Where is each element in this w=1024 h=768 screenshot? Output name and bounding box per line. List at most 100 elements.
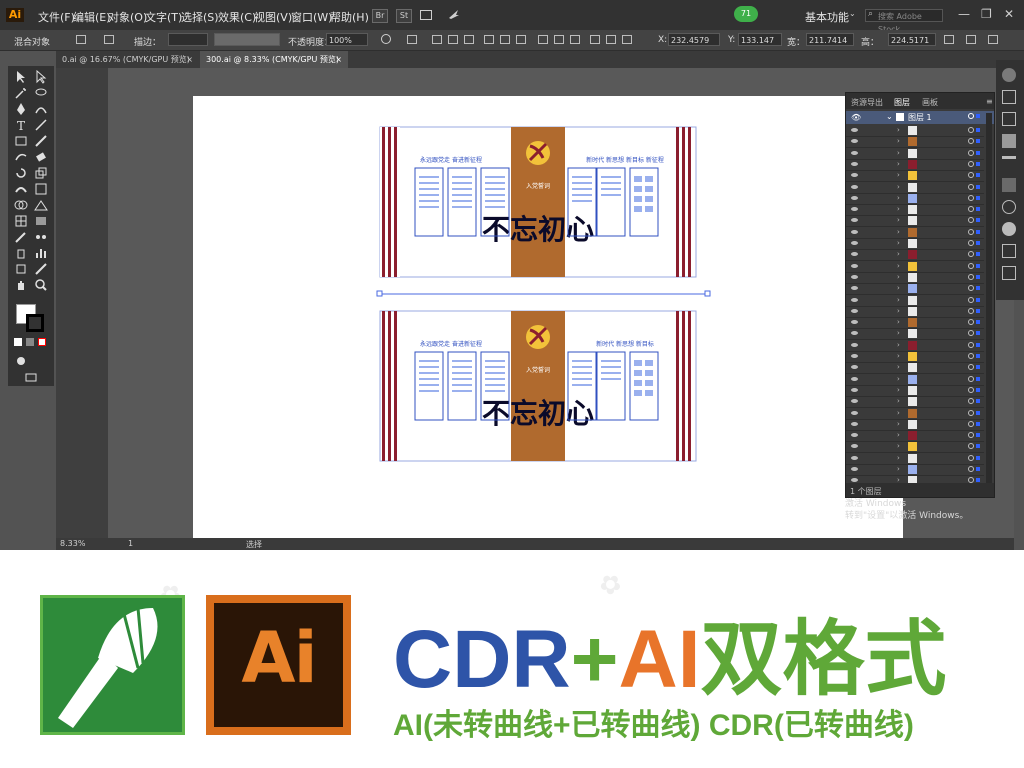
sublayer-row[interactable]: › <box>846 204 984 217</box>
paintbrush-tool-icon[interactable] <box>34 134 48 148</box>
visibility-eye-icon[interactable] <box>851 161 858 166</box>
target-circle-icon[interactable] <box>968 206 974 213</box>
sublayer-row[interactable]: › <box>846 464 984 476</box>
target-circle-icon[interactable] <box>968 319 974 326</box>
chevron-right-icon[interactable]: › <box>897 239 900 247</box>
stroke-panel-icon[interactable] <box>1002 156 1016 170</box>
target-circle-icon[interactable] <box>968 386 974 393</box>
selection-square-icon[interactable] <box>976 195 980 200</box>
align-bottom-icon[interactable] <box>516 35 526 44</box>
selection-square-icon[interactable] <box>976 399 980 404</box>
chevron-right-icon[interactable]: › <box>897 183 900 191</box>
sublayer-row[interactable]: › <box>846 362 984 375</box>
chevron-right-icon[interactable]: › <box>897 284 900 292</box>
selection-square-icon[interactable] <box>976 444 980 449</box>
chevron-right-icon[interactable]: › <box>897 318 900 326</box>
draw-mode-icon[interactable] <box>14 354 28 368</box>
chevron-right-icon[interactable]: › <box>897 363 900 371</box>
target-circle-icon[interactable] <box>968 353 974 359</box>
sublayer-row[interactable]: › <box>846 374 984 386</box>
selection-square-icon[interactable] <box>976 433 980 438</box>
tab-layers[interactable]: 图层 <box>894 97 910 108</box>
sublayer-row[interactable]: › <box>846 430 984 443</box>
type-tool-icon[interactable]: T <box>14 118 28 132</box>
chevron-right-icon[interactable]: › <box>897 341 900 349</box>
target-circle-icon[interactable] <box>968 375 974 382</box>
sublayer-row[interactable]: › <box>846 328 984 341</box>
visibility-eye-icon[interactable] <box>851 331 858 336</box>
visibility-eye-icon[interactable] <box>851 128 858 132</box>
sublayer-row[interactable]: › <box>846 351 984 363</box>
target-circle-icon[interactable] <box>968 273 974 280</box>
chevron-right-icon[interactable]: › <box>897 397 900 405</box>
target-circle-icon[interactable] <box>968 228 974 235</box>
selection-square-icon[interactable] <box>976 274 980 279</box>
line-tool-icon[interactable] <box>34 118 48 132</box>
chevron-right-icon[interactable]: › <box>897 216 900 224</box>
transparency-panel-icon[interactable] <box>1002 200 1016 214</box>
visibility-eye-icon[interactable]: 👁 <box>851 113 861 122</box>
visibility-eye-icon[interactable] <box>851 433 858 438</box>
tab-document-300[interactable]: 300.ai @ 8.33% (CMYK/GPU 预览) × <box>200 51 348 68</box>
isolate-object-icon[interactable] <box>966 35 976 44</box>
chevron-down-icon[interactable]: ⌄ <box>886 112 893 121</box>
rotate-tool-icon[interactable] <box>14 166 28 180</box>
curvature-tool-icon[interactable] <box>34 102 48 116</box>
close-icon[interactable]: ✕ <box>1004 7 1014 21</box>
target-circle-icon[interactable] <box>968 307 974 314</box>
menu-object[interactable]: 对象(O) <box>108 9 147 25</box>
visibility-eye-icon[interactable] <box>851 320 858 325</box>
selection-square-icon[interactable] <box>976 263 980 268</box>
visibility-eye-icon[interactable] <box>851 263 858 268</box>
lasso-tool-icon[interactable] <box>34 86 48 100</box>
selection-square-icon[interactable] <box>976 387 980 392</box>
selection-square-icon[interactable] <box>976 421 980 426</box>
target-circle-icon[interactable] <box>968 420 974 427</box>
selection-square-icon[interactable] <box>976 161 980 166</box>
target-circle-icon[interactable] <box>968 251 974 258</box>
eyedropper-tool-icon[interactable] <box>14 230 28 244</box>
sublayer-row[interactable]: › <box>846 317 984 330</box>
layer-row-layer-1[interactable]: 👁 ⌄ 图层 1 <box>846 111 994 124</box>
visibility-eye-icon[interactable] <box>851 354 858 358</box>
visibility-eye-icon[interactable] <box>851 376 858 381</box>
layer-name[interactable]: 图层 1 <box>908 112 932 123</box>
tab-close-icon[interactable]: × <box>186 51 193 68</box>
target-circle-icon[interactable] <box>968 113 974 119</box>
sublayer-row[interactable]: › <box>846 396 984 409</box>
selection-square-icon[interactable] <box>976 218 980 223</box>
maximize-icon[interactable]: ❐ <box>981 7 992 21</box>
swatches-panel-icon[interactable] <box>1002 90 1016 104</box>
rectangle-tool-icon[interactable] <box>14 134 28 148</box>
visibility-eye-icon[interactable] <box>851 195 858 200</box>
visibility-eye-icon[interactable] <box>851 410 858 415</box>
target-circle-icon[interactable] <box>968 409 974 416</box>
column-graph-tool-icon[interactable] <box>34 246 48 260</box>
screen-mode-icon[interactable] <box>24 370 38 384</box>
align-top-icon[interactable] <box>484 35 494 44</box>
color-mode-swatches[interactable] <box>14 338 54 348</box>
sublayer-row[interactable]: › <box>846 182 984 194</box>
variable-width-profile[interactable] <box>214 33 280 46</box>
chevron-right-icon[interactable]: › <box>897 454 900 462</box>
target-circle-icon[interactable] <box>968 183 974 190</box>
selection-square-icon[interactable] <box>976 229 980 234</box>
selection-square-icon[interactable] <box>976 184 980 189</box>
sublayer-row[interactable]: › <box>846 272 984 284</box>
stock-button[interactable]: St <box>396 9 412 23</box>
artboard[interactable]: 不忘初心 入党誓词 永远跟党走 奋进新征程 新时代 新思想 新目标 新征程 不忘… <box>193 96 903 541</box>
recolor-artwork-icon[interactable] <box>381 34 391 44</box>
selection-square-icon[interactable] <box>976 354 980 358</box>
selection-square-icon[interactable] <box>976 331 980 336</box>
target-circle-icon[interactable] <box>968 127 974 133</box>
target-circle-icon[interactable] <box>968 149 974 156</box>
chevron-right-icon[interactable]: › <box>897 149 900 157</box>
visibility-eye-icon[interactable] <box>851 478 858 483</box>
chevron-right-icon[interactable]: › <box>897 137 900 145</box>
chevron-right-icon[interactable]: › <box>897 409 900 417</box>
bridge-button[interactable]: Br <box>372 9 388 23</box>
target-circle-icon[interactable] <box>968 194 974 201</box>
sublayer-row[interactable]: › <box>846 227 984 239</box>
sublayer-row[interactable]: › <box>846 148 984 160</box>
layers-scrollbar[interactable] <box>986 113 992 485</box>
